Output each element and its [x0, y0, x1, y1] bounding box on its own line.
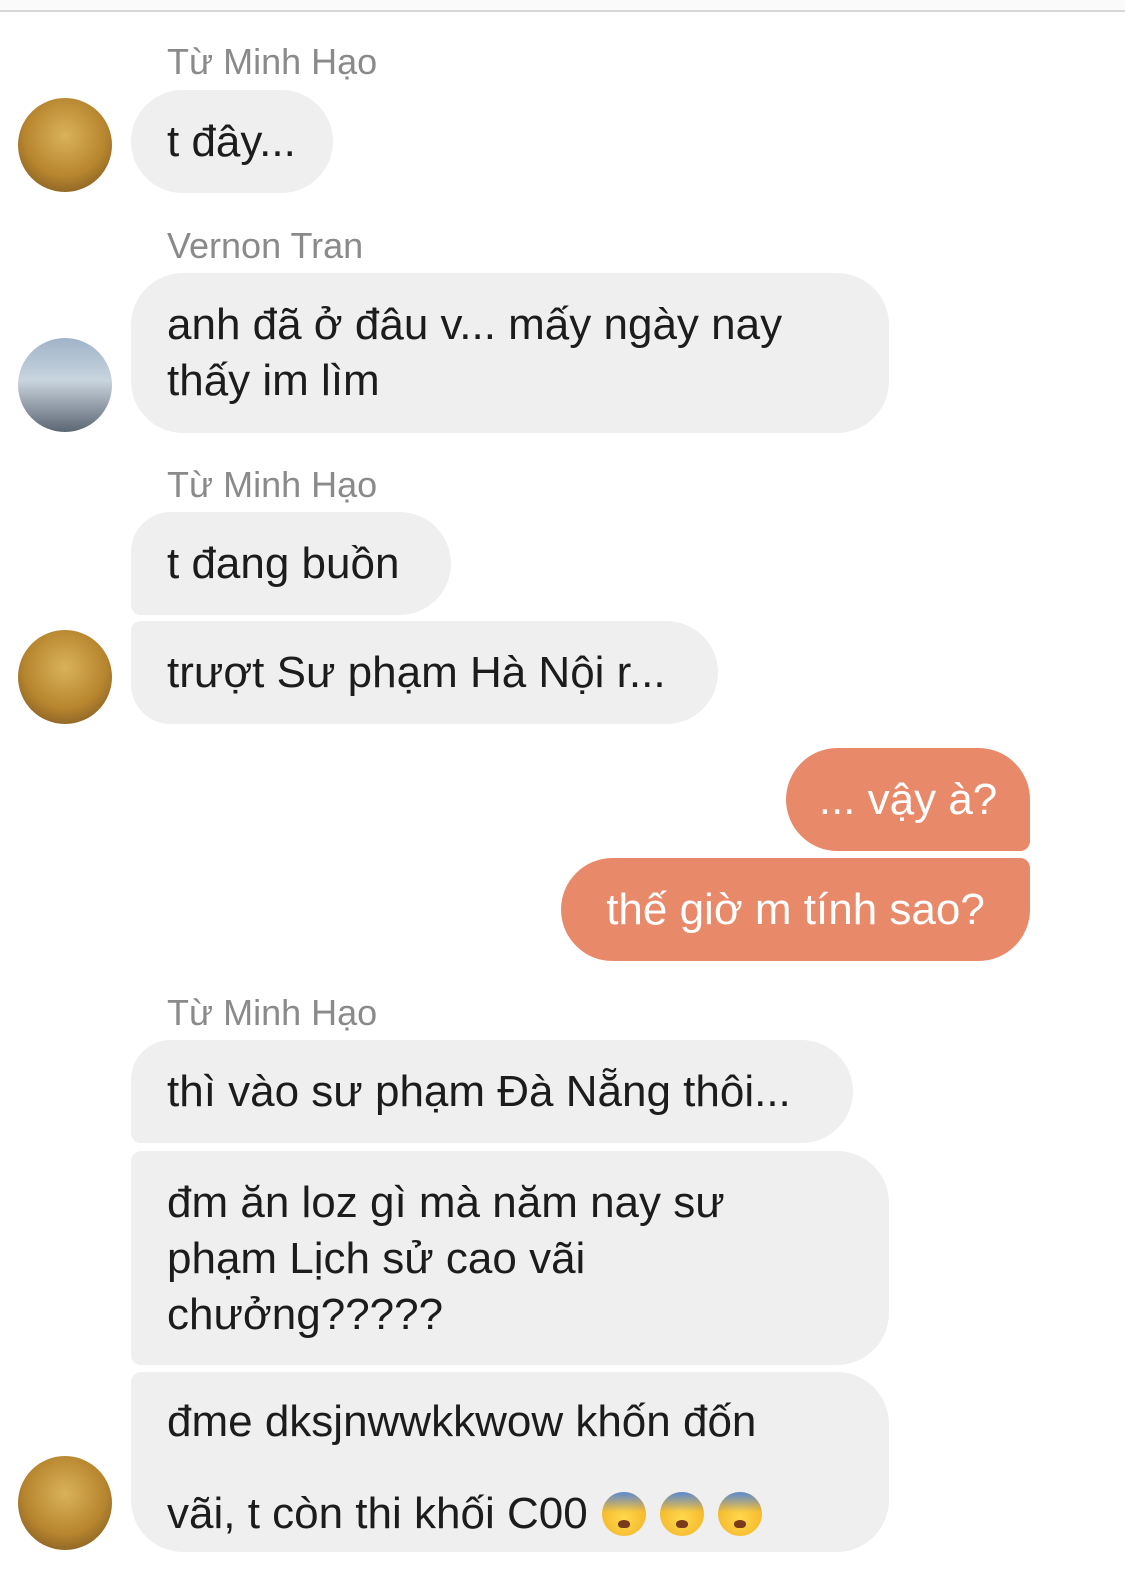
avatar[interactable]: [18, 630, 112, 724]
message-bubble[interactable]: anh đã ở đâu v... mấy ngày nay thấy im l…: [131, 273, 889, 433]
sender-name: Vernon Tran: [167, 225, 364, 266]
message-text: thế giờ m tính sao?: [606, 884, 985, 934]
message-bubble[interactable]: đm ăn loz gì mà năm nay sư phạm Lịch sử …: [131, 1151, 889, 1365]
message-text: trượt Sư phạm Hà Nội r...: [167, 647, 666, 697]
avatar[interactable]: [18, 1456, 112, 1550]
message-text: vãi, t còn thi khối C00: [167, 1489, 588, 1538]
anxious-face-with-sweat-icon: [601, 1492, 646, 1536]
message-text-line: đm ăn loz gì mà năm nay sư: [167, 1178, 725, 1227]
top-divider: [0, 0, 1125, 12]
message-text: t đang buồn: [167, 538, 400, 588]
message-bubble[interactable]: t đây...: [131, 90, 333, 193]
message-bubble[interactable]: trượt Sư phạm Hà Nội r...: [131, 621, 718, 724]
message-text-line: phạm Lịch sử cao vãi: [167, 1234, 586, 1283]
message-text-line: chưởng?????: [167, 1290, 444, 1339]
message-text-line: thấy im lìm: [167, 356, 380, 405]
sender-name: Từ Minh Hạo: [167, 464, 378, 505]
message-text: t đây...: [167, 116, 296, 166]
avatar[interactable]: [18, 98, 112, 192]
sender-name: Từ Minh Hạo: [167, 992, 378, 1033]
message-text-line: anh đã ở đâu v... mấy ngày nay: [167, 300, 783, 349]
avatar[interactable]: [18, 338, 112, 432]
outgoing-message-bubble[interactable]: ... vậy à?: [786, 748, 1030, 851]
anxious-face-with-sweat-icon: [717, 1492, 762, 1536]
message-text-line-with-emoji: vãi, t còn thi khối C00: [167, 1468, 762, 1560]
message-bubble[interactable]: thì vào sư phạm Đà Nẵng thôi...: [131, 1040, 853, 1143]
sender-name: Từ Minh Hạo: [167, 41, 378, 82]
message-bubble[interactable]: t đang buồn: [131, 512, 451, 615]
message-text-line: đme dksjnwwkkwow khốn đốn: [167, 1397, 757, 1446]
message-bubble[interactable]: đme dksjnwwkkwow khốn đốn vãi, t còn thi…: [131, 1372, 889, 1552]
message-text: ... vậy à?: [818, 774, 998, 824]
outgoing-message-bubble[interactable]: thế giờ m tính sao?: [561, 858, 1030, 961]
message-text: thì vào sư phạm Đà Nẵng thôi...: [167, 1066, 791, 1116]
anxious-face-with-sweat-icon: [659, 1492, 704, 1536]
